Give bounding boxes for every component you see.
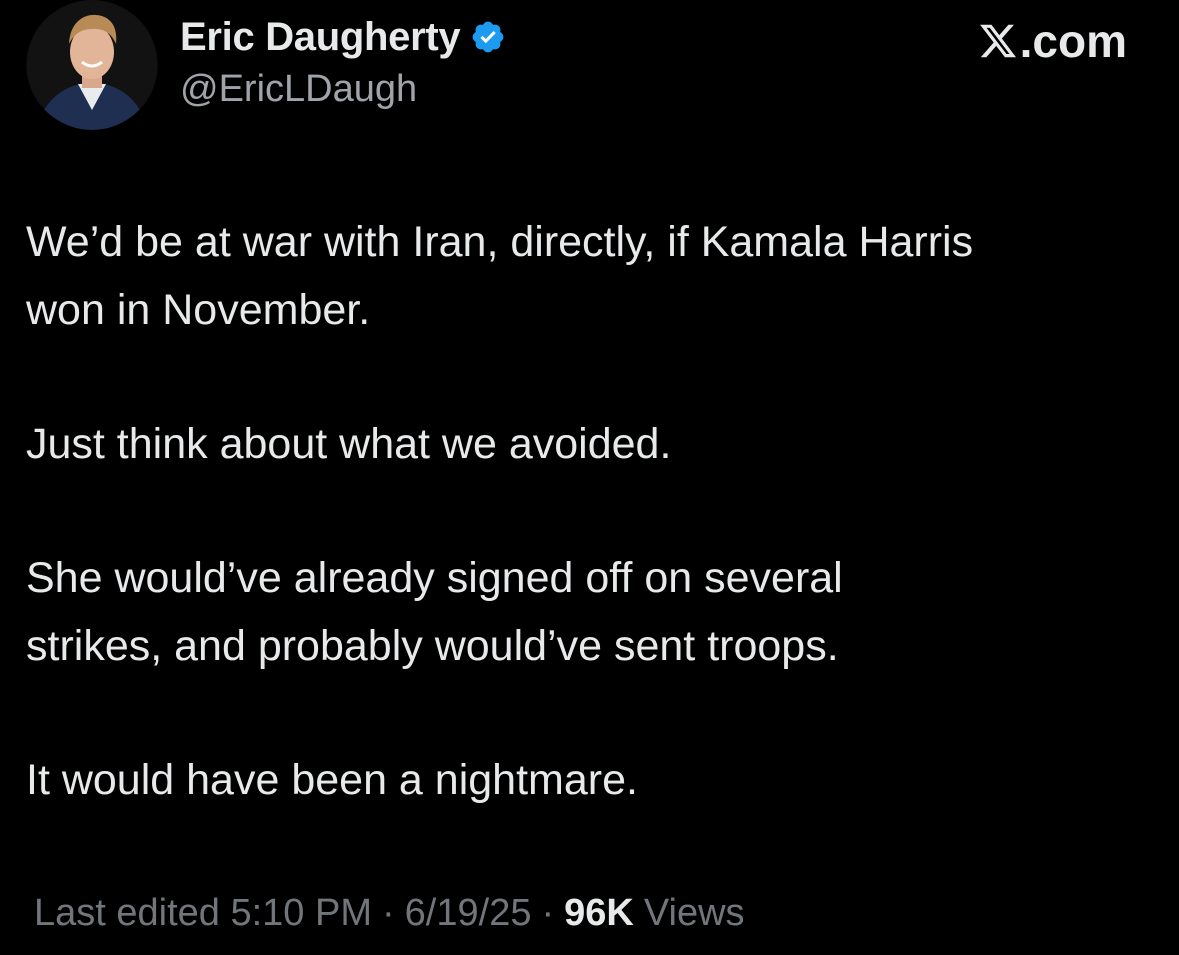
- author-display-name[interactable]: Eric Daugherty: [180, 15, 461, 60]
- site-domain-label: .com: [1019, 15, 1127, 67]
- tweet-card: Eric Daugherty @EricLDaugh .com We’d be …: [0, 0, 1179, 955]
- edited-label[interactable]: Last edited: [34, 892, 220, 935]
- avatar[interactable]: [26, 0, 158, 130]
- tweet-paragraph: We’d be at war with Iran, directly, if K…: [26, 218, 974, 334]
- tweet-paragraph: It would have been a nightmare.: [26, 756, 638, 804]
- tweet-body: We’d be at war with Iran, directly, if K…: [26, 208, 1156, 814]
- author-name-row: Eric Daugherty: [180, 12, 506, 62]
- avatar-image: [27, 0, 157, 130]
- x-logo-icon: [979, 24, 1016, 58]
- views-label: Views: [643, 892, 745, 934]
- site-watermark: .com: [978, 14, 1127, 68]
- verified-badge-icon: [470, 19, 506, 55]
- tweet-meta: Last edited 5:10 PM · 6/19/25 · 96K View…: [34, 892, 745, 935]
- views-count[interactable]: 96K: [564, 892, 634, 935]
- tweet-paragraph: Just think about what we avoided.: [26, 420, 672, 468]
- author-handle[interactable]: @EricLDaugh: [180, 68, 417, 111]
- tweet-time[interactable]: 5:10 PM: [230, 892, 372, 935]
- tweet-paragraph: She would’ve already signed off on sever…: [26, 554, 843, 670]
- tweet-date[interactable]: 6/19/25: [405, 892, 532, 935]
- meta-separator: ·: [541, 892, 555, 934]
- meta-separator: ·: [382, 892, 395, 934]
